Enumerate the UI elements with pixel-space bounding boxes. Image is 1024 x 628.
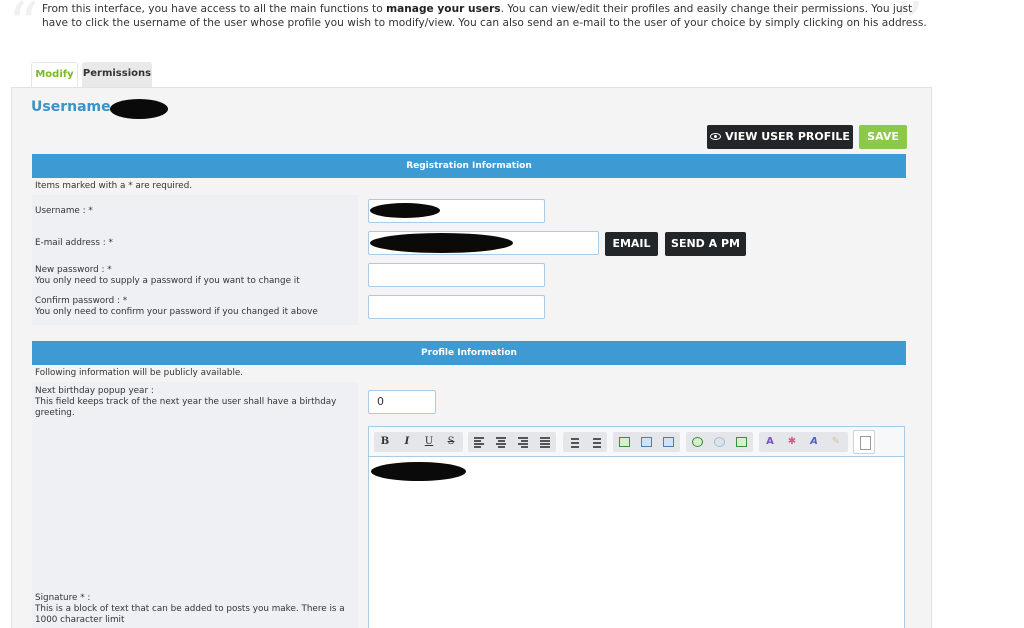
email-field-label: E-mail address : * [35, 238, 113, 248]
text-style-icon[interactable]: A [806, 432, 822, 452]
page-title: Username : [31, 99, 122, 115]
redacted-email-value [370, 233, 513, 253]
redacted-username [110, 99, 168, 119]
bullet-list-icon[interactable] [566, 432, 582, 452]
confirm-password-label-text: Confirm password : * [35, 296, 128, 306]
save-button[interactable]: SAVE [859, 125, 907, 149]
birthday-year-label-text: Next birthday popup year : [35, 386, 154, 396]
link-icon[interactable] [689, 432, 705, 452]
signature-help: This is a block of text that can be adde… [35, 604, 345, 625]
editor-toolbar: B I U S A ✱ A ✎ [369, 427, 904, 457]
insert-media-icon[interactable] [733, 432, 749, 452]
signature-label: Signature * : This is a block of text th… [35, 593, 360, 626]
redacted-signature-content [371, 462, 466, 481]
birthday-year-help: This field keeps track of the next year … [35, 397, 337, 418]
remove-format-icon[interactable]: ✎ [828, 432, 844, 452]
align-left-icon[interactable] [471, 432, 487, 452]
send-pm-button[interactable]: SEND A PM [665, 232, 746, 256]
unlink-icon[interactable] [711, 432, 727, 452]
required-note: Items marked with a * are required. [35, 181, 193, 191]
new-password-label: New password : * You only need to supply… [35, 265, 360, 287]
underline-button[interactable]: U [421, 432, 437, 452]
redacted-username-value [370, 203, 440, 218]
birthday-year-label: Next birthday popup year : This field ke… [35, 386, 360, 419]
birthday-year-field[interactable]: 0 [368, 390, 436, 414]
eye-icon [710, 133, 722, 140]
bold-button[interactable]: B [377, 432, 393, 452]
tab-permissions[interactable]: Permissions [82, 62, 152, 87]
email-button[interactable]: EMAIL [605, 232, 658, 256]
insert-table-icon[interactable] [616, 432, 632, 452]
intro-part-1: From this interface, you have access to … [42, 3, 387, 15]
numbered-list-icon[interactable] [588, 432, 604, 452]
signature-label-text: Signature * : [35, 593, 91, 603]
signature-editor[interactable]: B I U S A ✱ A ✎ [368, 426, 905, 628]
insert-template-icon[interactable] [638, 432, 654, 452]
italic-button[interactable]: I [399, 432, 415, 452]
source-code-icon[interactable] [853, 430, 875, 454]
confirm-password-label: Confirm password : * You only need to co… [35, 296, 360, 318]
align-justify-icon[interactable] [537, 432, 553, 452]
quote-open-icon: “ [8, 0, 39, 60]
intro-text: From this interface, you have access to … [42, 2, 932, 30]
confirm-password-field[interactable] [368, 295, 545, 319]
font-icon[interactable]: A [762, 432, 778, 452]
view-user-profile-label: VIEW USER PROFILE [725, 130, 850, 143]
tab-modify[interactable]: Modify [31, 62, 78, 87]
username-field-label: Username : * [35, 206, 93, 216]
new-password-label-text: New password : * [35, 265, 112, 275]
intro-bold: manage your users [386, 3, 501, 15]
profile-section-header: Profile Information [32, 341, 906, 365]
registration-section-header: Registration Information [32, 154, 906, 178]
align-right-icon[interactable] [515, 432, 531, 452]
color-picker-icon[interactable]: ✱ [784, 432, 800, 452]
new-password-field[interactable] [368, 263, 545, 287]
view-user-profile-button[interactable]: VIEW USER PROFILE [707, 125, 853, 149]
new-password-help: You only need to supply a password if yo… [35, 276, 300, 286]
confirm-password-help: You only need to confirm your password i… [35, 307, 318, 317]
align-center-icon[interactable] [493, 432, 509, 452]
public-note: Following information will be publicly a… [35, 368, 244, 378]
strikethrough-button[interactable]: S [443, 432, 459, 452]
insert-image-icon[interactable] [660, 432, 676, 452]
